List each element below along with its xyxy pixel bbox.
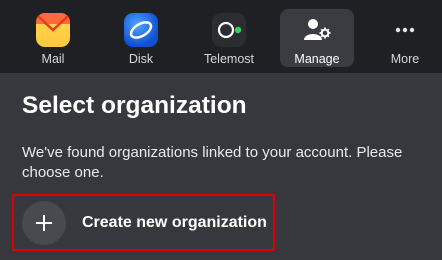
mail-icon: [36, 13, 70, 47]
app-telemost[interactable]: Telemost: [192, 9, 266, 67]
disk-icon: [124, 13, 158, 47]
app-label: Manage: [294, 52, 340, 66]
create-organization-label: Create new organization: [82, 213, 267, 231]
app-label: Mail: [41, 52, 65, 66]
page-title: Select organization: [22, 92, 247, 119]
app-more[interactable]: More: [368, 9, 442, 67]
app-mail[interactable]: Mail: [16, 9, 90, 67]
page-description: We've found organizations linked to your…: [22, 144, 403, 181]
app-label: Disk: [128, 52, 154, 66]
create-organization-button[interactable]: Create new organization: [12, 194, 275, 251]
app-label: Telemost: [203, 52, 255, 66]
app-label: More: [390, 52, 420, 66]
app-disk[interactable]: Disk: [104, 9, 178, 67]
more-icon: [388, 13, 422, 47]
telemost-icon: [212, 13, 246, 47]
app-switcher-bar: Mail Disk Telemost Manage More: [0, 0, 442, 73]
plus-icon: [22, 200, 66, 245]
app-manage[interactable]: Manage: [280, 9, 354, 67]
manage-icon: [300, 13, 334, 47]
